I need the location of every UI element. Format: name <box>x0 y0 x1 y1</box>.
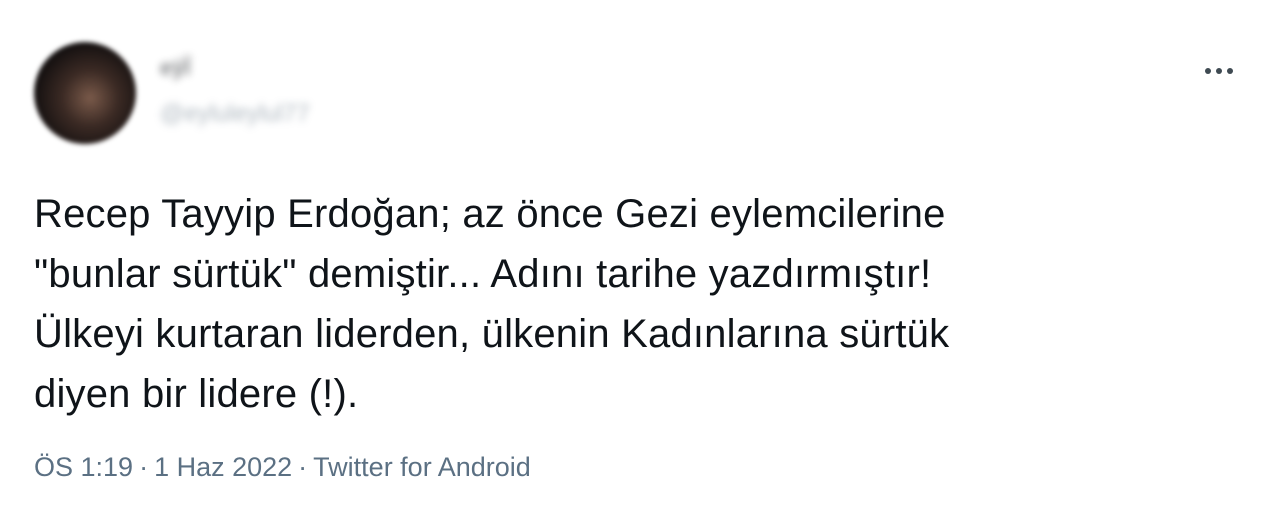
tweet-metadata: ÖS 1:19 · 1 Haz 2022 · Twitter for Android <box>34 452 531 483</box>
tweet-text-line: Recep Tayyip Erdoğan; az önce Gezi eylem… <box>34 192 946 236</box>
display-name[interactable]: eÿl̈ <box>160 55 191 81</box>
more-horizontal-icon-dot <box>1227 68 1233 74</box>
tweet-date[interactable]: 1 Haz 2022 <box>154 452 292 482</box>
more-options-button[interactable] <box>1196 58 1242 84</box>
meta-separator: · <box>139 452 149 482</box>
tweet-text-line: "bunlar sürtük" demiştir... Adını tarihe… <box>34 252 932 296</box>
more-horizontal-icon <box>1205 68 1211 74</box>
user-handle[interactable]: @eyluleylul77 <box>160 100 310 128</box>
tweet-source[interactable]: Twitter for Android <box>313 452 531 482</box>
tweet-time[interactable]: ÖS 1:19 <box>34 452 133 482</box>
tweet-text-line: Ülkeyi kurtaran liderden, ülkenin Kadınl… <box>34 312 950 356</box>
more-horizontal-icon-dot <box>1216 68 1222 74</box>
meta-separator: · <box>298 452 308 482</box>
tweet-card: eÿl̈ @eyluleylul77 Recep Tayyip Erdoğan… <box>0 0 1280 527</box>
tweet-text-line: diyen bir lidere (!). <box>34 372 359 416</box>
tweet-text: Recep Tayyip Erdoğan; az önce Gezi eylem… <box>34 184 1214 424</box>
avatar[interactable] <box>34 42 136 144</box>
